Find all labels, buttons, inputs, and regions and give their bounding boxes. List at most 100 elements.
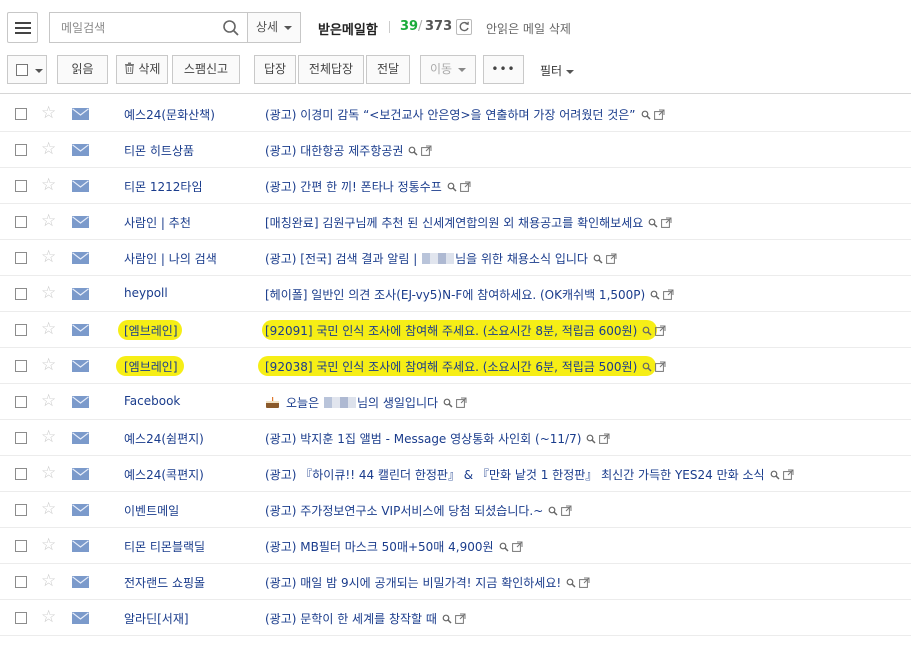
- mail-row[interactable]: ☆ 티몬 히트상품 (광고) 대한항공 제주항공권: [0, 132, 911, 168]
- preview-magnifier-icon[interactable]: [443, 398, 453, 408]
- reply-all-button[interactable]: 전체답장: [298, 55, 364, 84]
- mail-sender[interactable]: 예스24(콕편지): [124, 466, 204, 483]
- mail-row[interactable]: ☆ 티몬 티몬블랙딜 (광고) MB필터 마스크 50매+50매 4,900원: [0, 528, 911, 564]
- refresh-button[interactable]: [456, 19, 472, 35]
- spam-report-button[interactable]: 스팸신고: [172, 55, 240, 84]
- mail-row[interactable]: ☆ 예스24(문화산책) (광고) 이경미 감독 “<보건교사 안은영>을 연출하며…: [0, 96, 911, 132]
- star-icon[interactable]: ☆: [41, 140, 56, 158]
- mail-subject[interactable]: (광고) 대한항공 제주항공권: [265, 142, 435, 159]
- open-new-window-icon[interactable]: [663, 289, 674, 300]
- preview-magnifier-icon[interactable]: [593, 254, 603, 264]
- mail-sender[interactable]: 전자랜드 쇼핑몰: [124, 574, 205, 591]
- mail-sender[interactable]: Facebook: [124, 394, 180, 408]
- envelope-icon[interactable]: [72, 180, 89, 192]
- star-icon[interactable]: ☆: [41, 356, 56, 374]
- more-button[interactable]: •••: [483, 55, 524, 84]
- mail-checkbox[interactable]: [15, 576, 27, 588]
- mail-row[interactable]: ☆ 예스24(콕편지) (광고) 『하이큐!! 44 캘린더 한정판』 & 『만화 …: [0, 456, 911, 492]
- filter-button[interactable]: 필터: [540, 62, 575, 79]
- preview-magnifier-icon[interactable]: [650, 290, 660, 300]
- envelope-icon[interactable]: [72, 108, 89, 120]
- mail-row[interactable]: ☆ 이벤트메일 (광고) 주가정보연구소 VIP서비스에 당첨 되셨습니다.~: [0, 492, 911, 528]
- open-new-window-icon[interactable]: [455, 613, 466, 624]
- total-count[interactable]: 373: [425, 19, 452, 34]
- open-new-window-icon[interactable]: [456, 397, 467, 408]
- mail-sender[interactable]: 티몬 1212타임: [124, 178, 203, 195]
- envelope-icon[interactable]: [72, 252, 89, 264]
- mail-subject[interactable]: [헤이폴] 일반인 의견 조사(EJ-vy5)N-F에 참여하세요. (OK캐쉬…: [265, 286, 677, 303]
- mail-checkbox[interactable]: [15, 252, 27, 264]
- mail-subject[interactable]: [92091] 국민 인식 조사에 참여해 주세요. (소요시간 8분, 적립금…: [265, 322, 669, 339]
- mail-sender[interactable]: 사람인 | 나의 검색: [124, 250, 217, 267]
- delete-unread-link[interactable]: 안읽은 메일 삭제: [486, 20, 571, 37]
- envelope-icon[interactable]: [72, 576, 89, 588]
- preview-magnifier-icon[interactable]: [770, 470, 780, 480]
- delete-button[interactable]: 삭제: [116, 55, 168, 84]
- mail-checkbox[interactable]: [15, 396, 27, 408]
- preview-magnifier-icon[interactable]: [642, 362, 652, 372]
- mail-sender[interactable]: 이벤트메일: [124, 502, 179, 519]
- open-new-window-icon[interactable]: [655, 325, 666, 336]
- mail-row[interactable]: ☆ 전자랜드 쇼핑몰 (광고) 매일 밤 9시에 공개되는 비밀가격! 지금 확인하…: [0, 564, 911, 600]
- mail-row[interactable]: ☆ [엠브레인] [92091] 국민 인식 조사에 참여해 주세요. (소요시간 …: [0, 312, 911, 348]
- star-icon[interactable]: ☆: [41, 608, 56, 626]
- mail-sender[interactable]: 알라딘[서재]: [124, 610, 189, 627]
- mail-checkbox[interactable]: [15, 540, 27, 552]
- preview-magnifier-icon[interactable]: [442, 614, 452, 624]
- mail-subject[interactable]: (광고) 이경미 감독 “<보건교사 안은영>을 연출하며 가장 어려웠던 것은…: [265, 106, 668, 123]
- star-icon[interactable]: ☆: [41, 212, 56, 230]
- open-new-window-icon[interactable]: [599, 433, 610, 444]
- open-new-window-icon[interactable]: [653, 109, 665, 120]
- mail-row[interactable]: ☆ Facebook 오늘은 님의 생일입니다: [0, 384, 911, 420]
- preview-magnifier-icon[interactable]: [408, 146, 418, 156]
- star-icon[interactable]: ☆: [41, 392, 56, 410]
- star-icon[interactable]: ☆: [41, 428, 56, 446]
- mail-subject[interactable]: (광고) 매일 밤 9시에 공개되는 비밀가격! 지금 확인하세요!: [265, 574, 593, 591]
- star-icon[interactable]: ☆: [41, 320, 56, 338]
- envelope-icon[interactable]: [72, 360, 89, 372]
- mail-sender[interactable]: 사람인 | 추천: [124, 214, 191, 231]
- mail-checkbox[interactable]: [15, 144, 27, 156]
- mail-sender[interactable]: 티몬 티몬블랙딜: [124, 538, 205, 555]
- mail-subject[interactable]: (광고) 박지훈 1집 앨범 - Message 영상통화 사인회 (~11/7…: [265, 430, 613, 447]
- mail-sender[interactable]: 티몬 히트상품: [124, 142, 194, 159]
- envelope-icon[interactable]: [72, 468, 89, 480]
- mail-checkbox[interactable]: [15, 468, 27, 480]
- mail-checkbox[interactable]: [15, 216, 27, 228]
- mail-subject[interactable]: [매칭완료] 김원구님께 추천 된 신세계연합의원 외 채용공고를 확인해보세요: [265, 214, 675, 231]
- mail-subject[interactable]: (광고) 주가정보연구소 VIP서비스에 당첨 되셨습니다.~: [265, 502, 575, 519]
- mail-row[interactable]: ☆ 알라딘[서재] (광고) 문학이 한 세계를 창작할 때: [0, 600, 911, 636]
- envelope-icon[interactable]: [72, 396, 89, 408]
- mail-checkbox[interactable]: [15, 324, 27, 336]
- open-new-window-icon[interactable]: [421, 145, 432, 156]
- star-icon[interactable]: ☆: [41, 500, 56, 518]
- open-new-window-icon[interactable]: [782, 469, 794, 480]
- star-icon[interactable]: ☆: [41, 248, 56, 266]
- reply-button[interactable]: 답장: [254, 55, 296, 84]
- star-icon[interactable]: ☆: [41, 464, 56, 482]
- star-icon[interactable]: ☆: [41, 176, 56, 194]
- mail-subject[interactable]: (광고) MB필터 마스크 50매+50매 4,900원: [265, 538, 526, 555]
- forward-button[interactable]: 전달: [366, 55, 410, 84]
- select-all-checkbox[interactable]: [7, 55, 47, 84]
- menu-button[interactable]: [7, 12, 38, 43]
- open-new-window-icon[interactable]: [606, 253, 617, 264]
- mail-sender[interactable]: 예스24(쉼편지): [124, 430, 204, 447]
- open-new-window-icon[interactable]: [655, 361, 666, 372]
- search-input[interactable]: [50, 13, 210, 42]
- mail-sender[interactable]: [엠브레인]: [124, 322, 178, 339]
- open-new-window-icon[interactable]: [661, 217, 672, 228]
- mail-checkbox[interactable]: [15, 360, 27, 372]
- preview-magnifier-icon[interactable]: [641, 110, 651, 120]
- star-icon[interactable]: ☆: [41, 284, 56, 302]
- mail-subject[interactable]: (광고) 문학이 한 세계를 창작할 때: [265, 610, 469, 627]
- mail-row[interactable]: ☆ 티몬 1212타임 (광고) 간편 한 끼! 폰타나 정통수프: [0, 168, 911, 204]
- envelope-icon[interactable]: [72, 612, 89, 624]
- mail-sender[interactable]: 예스24(문화산책): [124, 106, 215, 123]
- preview-magnifier-icon[interactable]: [499, 542, 509, 552]
- star-icon[interactable]: ☆: [41, 104, 56, 122]
- mail-subject[interactable]: [92038] 국민 인식 조사에 참여해 주세요. (소요시간 6분, 적립금…: [265, 358, 669, 375]
- preview-magnifier-icon[interactable]: [642, 326, 652, 336]
- preview-magnifier-icon[interactable]: [586, 434, 596, 444]
- open-new-window-icon[interactable]: [561, 505, 572, 516]
